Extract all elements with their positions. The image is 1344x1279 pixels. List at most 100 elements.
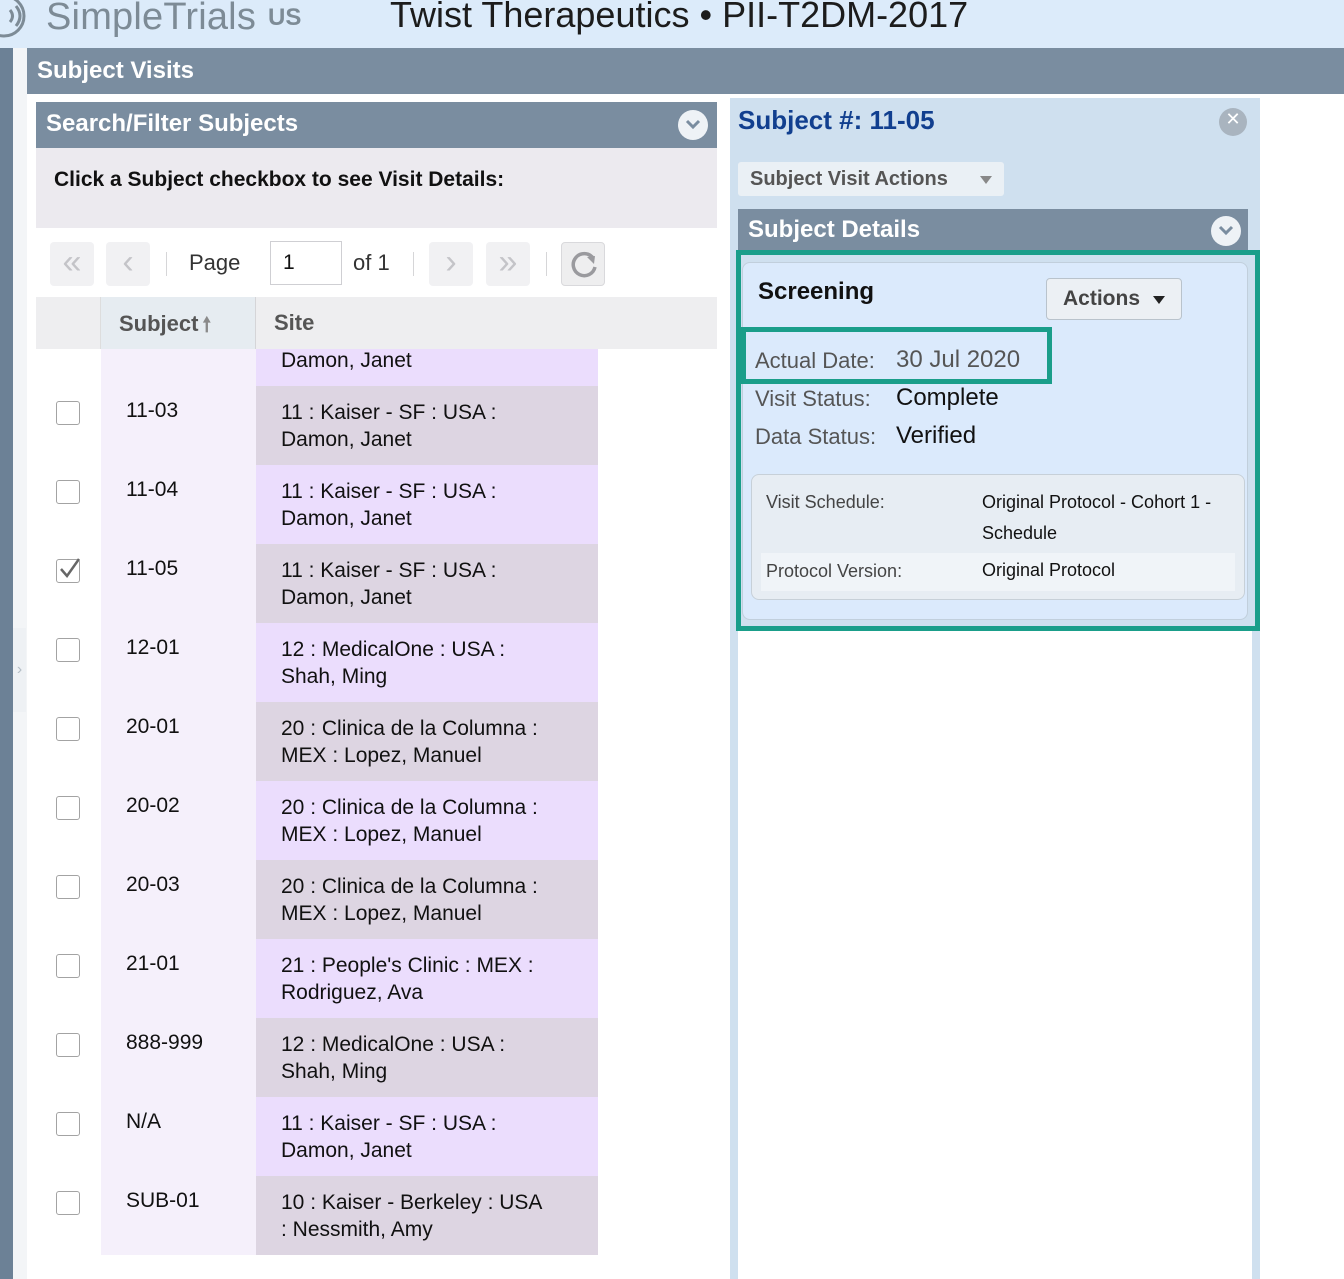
refresh-button[interactable] (561, 242, 605, 286)
prev-page-button[interactable]: ‹ (106, 242, 150, 286)
pager: « ‹ Page of 1 › » (36, 236, 717, 294)
expand-handle[interactable]: › (13, 628, 26, 712)
site-line-2: Damon, Janet (281, 586, 412, 609)
table-row[interactable]: 20-01 20 : Clinica de la Columna : MEX : L… (36, 702, 598, 781)
site-line-2: MEX : Lopez, Manuel (281, 823, 482, 846)
subject-checkbox[interactable] (56, 717, 80, 741)
site-line-1: 12 : MedicalOne : USA : (281, 638, 506, 661)
site-line-2: MEX : Lopez, Manuel (281, 744, 482, 767)
pager-divider (166, 252, 167, 276)
table-row[interactable]: 11-05 11 : Kaiser - SF : USA : Damon, Jane… (36, 544, 598, 623)
row-select-cell (36, 544, 101, 623)
row-select-cell (36, 781, 101, 860)
subject-checkbox[interactable] (56, 638, 80, 662)
table-row[interactable]: N/A 11 : Kaiser - SF : USA : Damon, Janet (36, 1097, 598, 1176)
chevron-left-icon: ‹ (122, 243, 134, 281)
row-select-cell (36, 1097, 101, 1176)
next-page-button[interactable]: › (429, 242, 473, 286)
page-count-label: of 1 (353, 250, 390, 275)
table-row[interactable]: 888-999 12 : MedicalOne : USA : Shah, Ming (36, 1018, 598, 1097)
subject-checkbox[interactable] (56, 401, 80, 425)
subject-rows: 11-02 11 : Kaiser - SF : USA : Damon, Jane… (36, 349, 598, 1255)
caret-down-icon (980, 176, 992, 184)
chevron-right-icon: › (16, 661, 23, 678)
first-page-button[interactable]: « (50, 242, 94, 286)
last-page-button[interactable]: » (486, 242, 530, 286)
row-select-cell (36, 702, 101, 781)
subject-checkbox[interactable] (56, 1191, 80, 1215)
subject-cell: 11-04 (101, 465, 256, 544)
subject-cell: 20-01 (101, 702, 256, 781)
site-cell: 20 : Clinica de la Columna : MEX : Lopez,… (256, 781, 598, 860)
site-line-2: Shah, Ming (281, 665, 388, 688)
site-cell: 20 : Clinica de la Columna : MEX : Lopez,… (256, 860, 598, 939)
site-line-1: 11 : Kaiser - SF : USA : (281, 559, 497, 582)
site-cell: 20 : Clinica de la Columna : MEX : Lopez,… (256, 702, 598, 781)
subject-details-header[interactable]: Subject Details (738, 209, 1248, 253)
table-row[interactable]: 11-04 11 : Kaiser - SF : USA : Damon, Jane… (36, 465, 598, 544)
highlight-visit-details (736, 250, 1260, 631)
subject-checkbox[interactable] (56, 1112, 80, 1136)
sort-ascending-icon: 🠕 (202, 314, 212, 336)
subject-checkbox[interactable] (56, 954, 80, 978)
site-cell: 11 : Kaiser - SF : USA : Damon, Janet (256, 465, 598, 544)
subject-checkbox[interactable] (56, 875, 80, 899)
double-chevron-left-icon: « (62, 243, 82, 281)
close-subject-button[interactable]: ✕ (1219, 108, 1247, 136)
left-nav-strip[interactable] (0, 48, 13, 1279)
site-cell: 21 : People's Clinic : MEX : Rodriguez, A… (256, 939, 598, 1018)
subject-cell: 11-05 (101, 544, 256, 623)
subject-checkbox[interactable] (56, 796, 80, 820)
site-cell: 11 : Kaiser - SF : USA : Damon, Janet (256, 544, 598, 623)
table-row[interactable]: 20-02 20 : Clinica de la Columna : MEX : L… (36, 781, 598, 860)
collapse-filter-button[interactable] (678, 110, 708, 140)
subject-panel-body (738, 630, 1252, 1279)
site-line-2: : Nessmith, Amy (281, 1218, 433, 1241)
row-select-cell (36, 465, 101, 544)
site-line-1: 11 : Kaiser - SF : USA : (281, 401, 497, 424)
row-select-cell (36, 349, 101, 386)
table-row[interactable]: 11-03 11 : Kaiser - SF : USA : Damon, Jane… (36, 386, 598, 465)
site-line-1: 11 : Kaiser - SF : USA : (281, 480, 497, 503)
logo-region: US (268, 4, 302, 31)
subject-checkbox[interactable] (56, 480, 80, 504)
subject-checkbox[interactable] (56, 558, 81, 583)
site-line-1: 10 : Kaiser - Berkeley : USA (281, 1191, 543, 1214)
site-line-1: 20 : Clinica de la Columna : (281, 717, 538, 740)
subject-column-header[interactable]: Subject 🠕 (101, 297, 256, 349)
subject-cell: 20-03 (101, 860, 256, 939)
site-line-2: Damon, Janet (281, 507, 412, 530)
collapse-details-button[interactable] (1211, 216, 1241, 246)
row-select-cell (36, 860, 101, 939)
subject-grid[interactable]: 11-02 11 : Kaiser - SF : USA : Damon, Jane… (36, 349, 598, 1279)
subject-cell: SUB-01 (101, 1176, 256, 1255)
site-column-header[interactable]: Site (256, 297, 717, 349)
row-select-cell (36, 623, 101, 702)
subject-checkbox[interactable] (56, 1033, 80, 1057)
subject-cell: N/A (101, 1097, 256, 1176)
pager-divider (546, 252, 547, 276)
table-row[interactable]: 21-01 21 : People's Clinic : MEX : Rodrigu… (36, 939, 598, 1018)
double-chevron-right-icon: » (498, 243, 518, 281)
site-line-1: 11 : Kaiser - SF : USA : (281, 1112, 497, 1135)
row-select-cell (36, 386, 101, 465)
subject-visit-actions-button[interactable]: Subject Visit Actions (738, 162, 1004, 196)
chevron-down-icon (1218, 225, 1234, 236)
grid-header: Subject 🠕 Site (36, 297, 717, 349)
study-title: Twist Therapeutics • PII-T2DM-2017 (390, 0, 969, 35)
site-cell: 11 : Kaiser - SF : USA : Damon, Janet (256, 1097, 598, 1176)
page-number-input[interactable] (270, 241, 342, 285)
chevron-down-icon (685, 119, 701, 130)
table-row[interactable]: SUB-01 10 : Kaiser - Berkeley : USA : Ness… (36, 1176, 598, 1255)
instructions-text: Click a Subject checkbox to see Visit De… (36, 148, 717, 228)
site-cell: 12 : MedicalOne : USA : Shah, Ming (256, 623, 598, 702)
pager-divider (413, 252, 414, 276)
table-row[interactable]: 12-01 12 : MedicalOne : USA : Shah, Ming (36, 623, 598, 702)
filter-panel-header[interactable]: Search/Filter Subjects (36, 102, 717, 148)
table-row[interactable]: 11-0211 : Kaiser - SF : USA :Damon, Jane… (36, 349, 598, 386)
section-title: Subject Visits (27, 48, 1344, 94)
app-header: SimpleTrials US Twist Therapeutics • PII… (0, 0, 1344, 48)
close-icon: ✕ (1225, 109, 1241, 129)
subject-visit-actions-label: Subject Visit Actions (750, 168, 948, 190)
table-row[interactable]: 20-03 20 : Clinica de la Columna : MEX : L… (36, 860, 598, 939)
